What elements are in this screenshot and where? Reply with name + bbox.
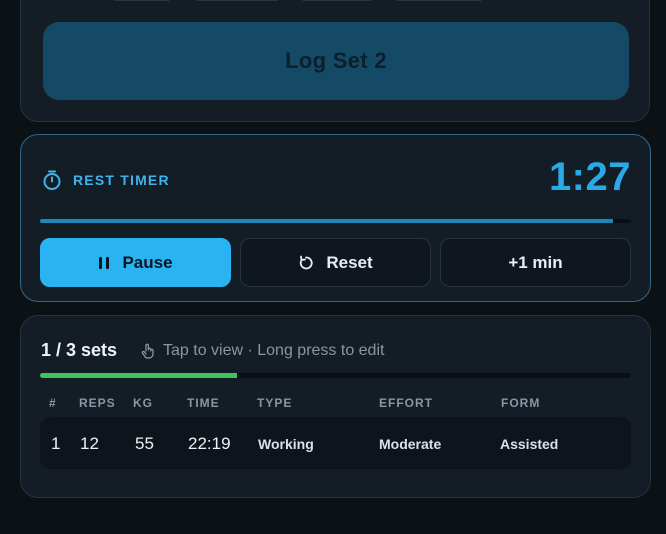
hand-tap-icon [141,343,155,359]
add-minute-button[interactable]: +1 min [440,238,631,287]
table-row[interactable]: 1 12 55 22:19 Working Moderate Assisted [40,417,631,469]
sets-card: 1 / 3 sets Tap to view · Long press to e… [20,315,651,498]
sets-summary: 1 / 3 sets [41,340,118,360]
rest-timer-progress [40,219,631,223]
input-stub [113,0,171,1]
timer-controls: Pause Reset +1 min [40,238,632,287]
column-header-number: # [49,396,57,410]
input-stub [195,0,279,1]
workout-screen: Log Set 2 REST TIMER 1:27 Pause Reset +1… [0,0,666,534]
stopwatch-icon [41,169,63,191]
pause-button-label: Pause [122,252,173,272]
rest-timer-countdown: 1:27 [548,155,631,199]
sets-hint-text: Tap to view · Long press to edit [163,342,385,359]
set-form: Assisted [500,436,559,452]
reset-button[interactable]: Reset [240,238,431,287]
column-header-type: TYPE [257,396,293,410]
reset-icon [298,255,314,271]
set-number: 1 [51,434,61,453]
reset-button-label: Reset [326,252,373,272]
set-reps: 12 [80,434,99,453]
set-time: 22:19 [188,434,231,453]
input-stub [395,0,483,1]
add-minute-button-label: +1 min [508,252,563,272]
sets-hint: Tap to view · Long press to edit [141,342,384,360]
column-header-form: FORM [501,396,541,410]
column-header-kg: KG [133,396,153,410]
column-header-effort: EFFORT [379,396,433,410]
column-header-reps: REPS [79,396,116,410]
sets-progress-fill [40,373,237,378]
log-set-button[interactable]: Log Set 2 [43,22,629,100]
input-stub [301,0,373,1]
set-type: Working [258,436,314,452]
rest-timer-header: REST TIMER [41,169,170,191]
set-kg: 55 [135,434,154,453]
set-effort: Moderate [379,436,442,452]
rest-timer-card: REST TIMER 1:27 Pause Reset +1 min [20,134,651,302]
rest-timer-label: REST TIMER [73,172,170,188]
rest-timer-progress-fill [40,219,614,223]
pause-icon [98,256,110,270]
sets-progress [40,373,631,378]
column-header-time: TIME [187,396,220,410]
pause-button[interactable]: Pause [40,238,231,287]
log-set-card: Log Set 2 [20,0,650,122]
